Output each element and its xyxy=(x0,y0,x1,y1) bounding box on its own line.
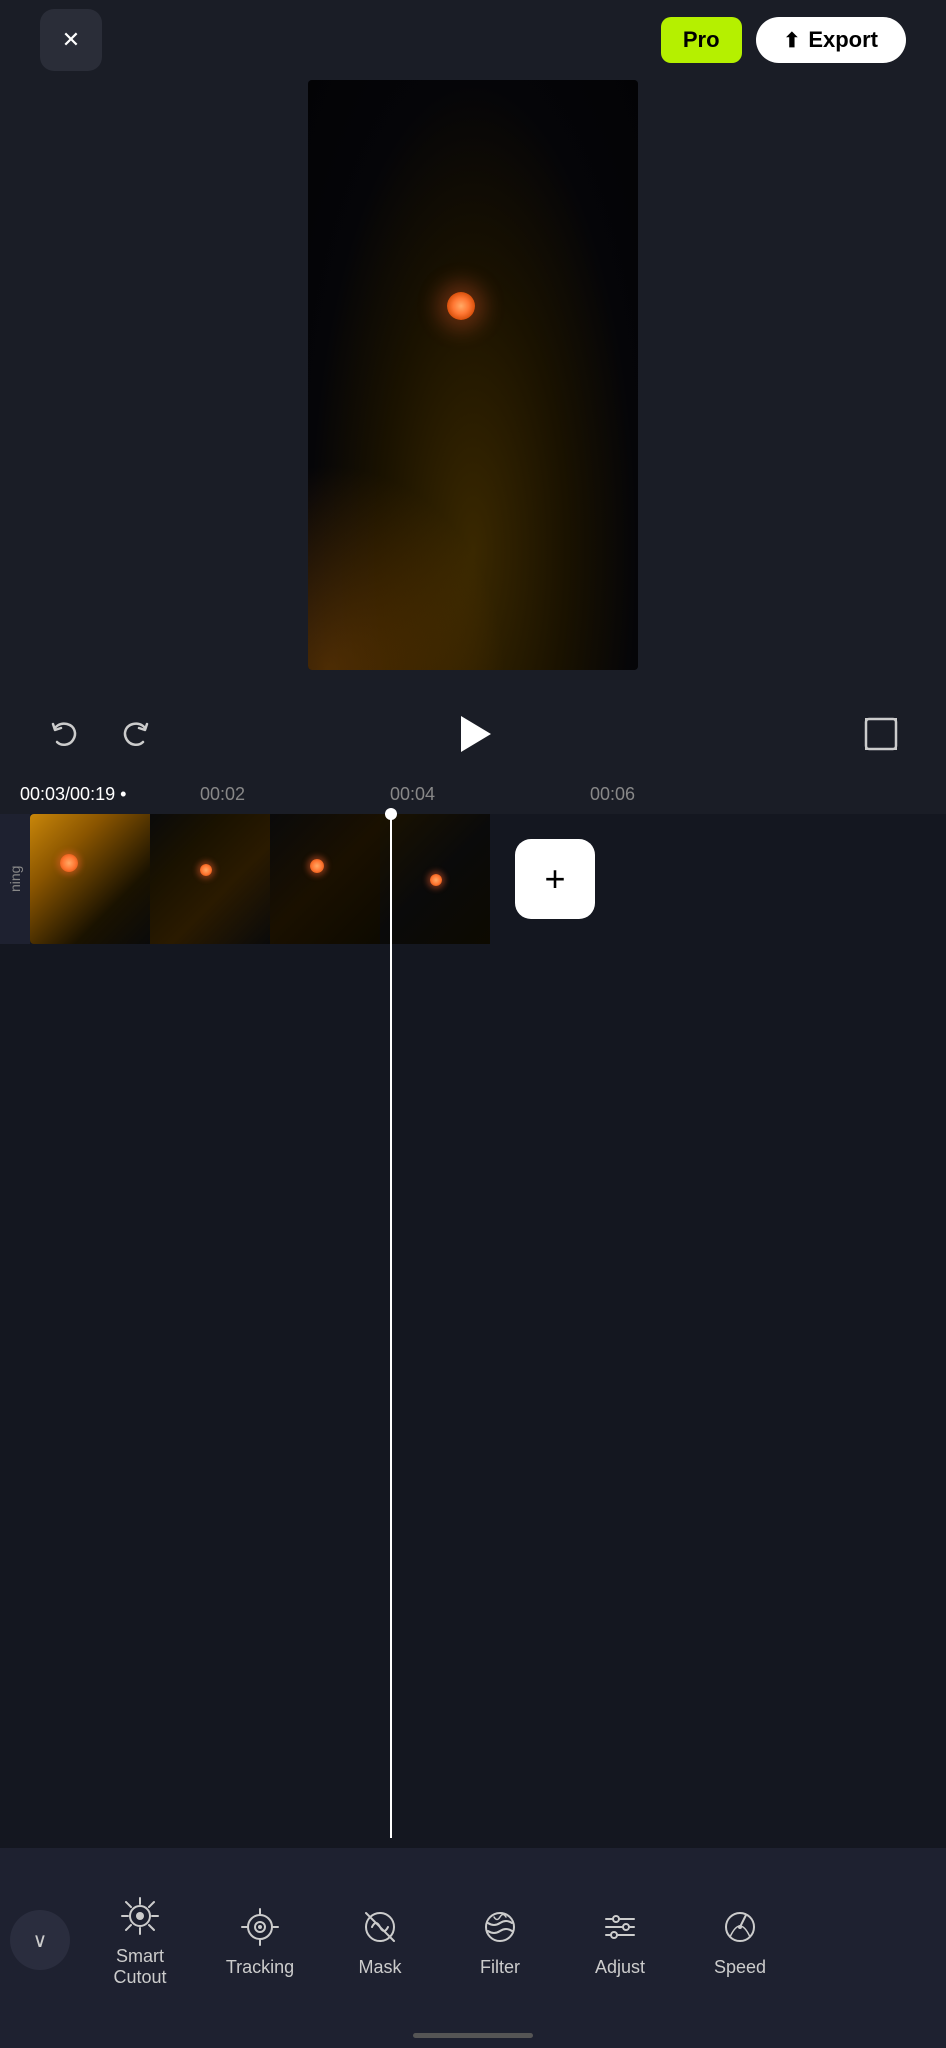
mask-label: Mask xyxy=(358,1957,401,1978)
export-button[interactable]: ⬆ Export xyxy=(756,17,906,63)
redo-icon xyxy=(117,716,153,752)
scroll-indicator xyxy=(0,2032,946,2038)
pro-badge[interactable]: Pro xyxy=(661,17,742,63)
smart-cutout-label: Smart Cutout xyxy=(113,1946,166,1988)
tool-filter[interactable]: Filter xyxy=(440,1893,560,1988)
track-label: ning xyxy=(0,814,30,944)
fullscreen-button[interactable] xyxy=(856,709,906,759)
video-preview xyxy=(308,80,638,670)
video-frame xyxy=(308,80,638,670)
header-right: Pro ⬆ Export xyxy=(661,17,906,63)
fullscreen-icon xyxy=(862,715,900,753)
collapse-button[interactable]: ∨ xyxy=(10,1910,70,1970)
export-label: Export xyxy=(808,27,878,53)
bottom-toolbar: ∨ Smart Cutout xyxy=(0,1848,946,2048)
clip-thumb-2[interactable] xyxy=(150,814,270,944)
redo-button[interactable] xyxy=(110,709,160,759)
video-orb xyxy=(447,292,475,320)
header: ✕ Pro ⬆ Export xyxy=(0,0,946,80)
add-clip-button[interactable]: + xyxy=(515,839,595,919)
play-icon xyxy=(461,716,491,752)
scroll-bar xyxy=(413,2033,533,2038)
tracking-label: Tracking xyxy=(226,1957,294,1978)
adjust-label: Adjust xyxy=(595,1957,645,1978)
playhead xyxy=(390,814,392,1838)
close-button[interactable]: ✕ xyxy=(40,9,102,71)
mask-icon xyxy=(356,1903,404,1951)
playback-controls xyxy=(0,694,946,774)
clip-thumb-1[interactable] xyxy=(30,814,150,944)
tool-speed[interactable]: Speed xyxy=(680,1893,800,1988)
bottom-tools: ∨ Smart Cutout xyxy=(0,1848,946,2032)
ruler-current-time: 00:03/00:19 • xyxy=(20,784,126,805)
export-icon: ⬆ xyxy=(784,28,801,53)
adjust-icon xyxy=(596,1903,644,1951)
undo-button[interactable] xyxy=(40,709,90,759)
ruler-time-4: 00:06 xyxy=(590,784,635,805)
tool-smart-cutout[interactable]: Smart Cutout xyxy=(80,1882,200,1998)
play-button[interactable] xyxy=(443,704,503,764)
video-glow xyxy=(308,464,506,671)
tool-adjust[interactable]: Adjust xyxy=(560,1893,680,1988)
add-icon: + xyxy=(544,858,565,900)
tool-mask[interactable]: Mask xyxy=(320,1893,440,1988)
ruler-time-3: 00:04 xyxy=(390,784,435,805)
tool-tracking[interactable]: Tracking xyxy=(200,1893,320,1988)
clip-thumb-3[interactable] xyxy=(270,814,380,944)
tracking-icon xyxy=(236,1903,284,1951)
timeline-workspace xyxy=(0,944,946,1848)
filter-label: Filter xyxy=(480,1957,520,1978)
chevron-down-icon: ∨ xyxy=(33,1928,48,1953)
undo-icon xyxy=(47,716,83,752)
track-clips: + xyxy=(30,814,946,944)
smart-cutout-icon xyxy=(116,1892,164,1940)
filter-icon xyxy=(476,1903,524,1951)
playhead-top xyxy=(385,808,397,820)
close-icon: ✕ xyxy=(62,27,80,53)
clip-thumb-4[interactable] xyxy=(380,814,490,944)
speed-icon xyxy=(716,1903,764,1951)
ruler-time-2: 00:02 xyxy=(200,784,245,805)
speed-label: Speed xyxy=(714,1957,766,1978)
timeline-track: ning + xyxy=(0,814,946,944)
timeline-ruler: 00:03/00:19 • 00:02 00:04 00:06 xyxy=(0,774,946,814)
